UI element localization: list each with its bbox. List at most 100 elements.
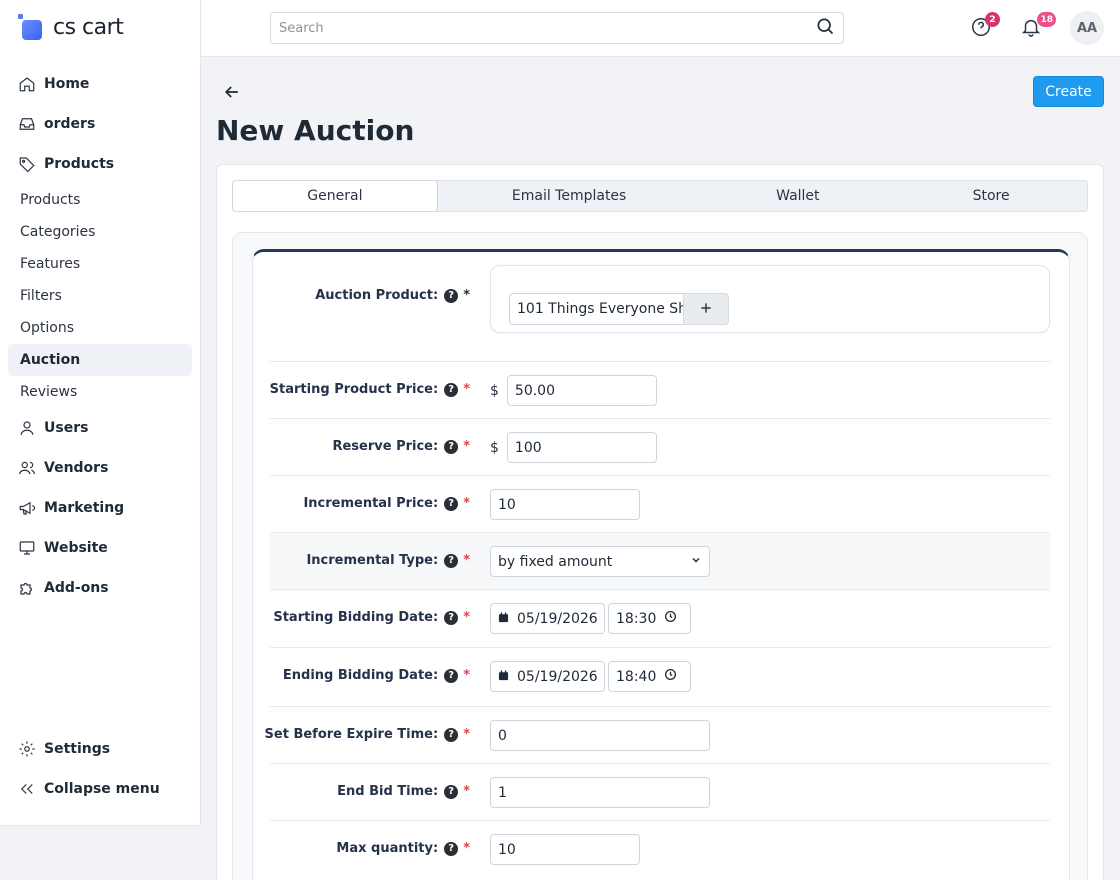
row-max-quantity: Max quantity: ? *: [270, 821, 1050, 880]
row-reserve-price: Reserve Price: ? * $: [270, 419, 1050, 476]
currency-symbol: $: [490, 382, 499, 399]
label-text: Max quantity:: [336, 841, 439, 856]
bell-icon: [1020, 19, 1042, 42]
sidebar-item-users[interactable]: Users: [16, 416, 88, 440]
sidebar-item-addons[interactable]: Add-ons: [16, 576, 109, 600]
sidebar-item-website[interactable]: Website: [16, 536, 108, 560]
tab-bar: General Email Templates Wallet Store: [232, 180, 1088, 212]
sidebar-item-label: Vendors: [44, 460, 109, 476]
sidebar-item-label: Settings: [44, 741, 111, 757]
sidebar-item-home[interactable]: Home: [16, 72, 89, 96]
home-icon: [16, 73, 38, 95]
sidebar-subitem-options[interactable]: Options: [8, 312, 192, 344]
label-text: Auction Product:: [315, 288, 439, 303]
before-expire-input[interactable]: [490, 720, 710, 751]
help-icon[interactable]: ?: [444, 382, 459, 397]
starting-date-input[interactable]: 05/19/2026: [490, 603, 605, 634]
notifications-button[interactable]: 18: [1020, 12, 1056, 42]
end-bid-time-input[interactable]: [490, 777, 710, 808]
ending-date-input[interactable]: 05/19/2026: [490, 661, 605, 692]
tab-wallet[interactable]: Wallet: [700, 181, 895, 211]
plus-icon: [699, 300, 713, 319]
field-control: by fixed amount: [490, 546, 710, 577]
field-label: Set Before Expire Time: ? *: [265, 727, 470, 742]
tab-general[interactable]: General: [232, 180, 438, 212]
sidebar-subitem-categories[interactable]: Categories: [8, 216, 192, 248]
sidebar-item-label: Website: [44, 540, 108, 556]
sidebar-subitem-reviews[interactable]: Reviews: [8, 376, 192, 408]
main-card: General Email Templates Wallet Store Auc…: [216, 164, 1104, 880]
field-label: Incremental Price: ? *: [303, 496, 470, 511]
row-starting-date: Starting Bidding Date: ? * 05/19/2026 18…: [270, 590, 1050, 648]
create-button[interactable]: Create: [1033, 76, 1104, 107]
calendar-icon: [498, 669, 509, 685]
collapse-menu-button[interactable]: Collapse menu: [16, 777, 160, 801]
logo[interactable]: cs cart: [18, 12, 124, 42]
field-label: Ending Bidding Date: ? *: [283, 668, 470, 683]
label-text: Starting Product Price:: [269, 382, 439, 397]
sidebar-item-vendors[interactable]: Vendors: [16, 456, 108, 480]
field-control: 05/19/2026 18:30: [490, 603, 691, 634]
sidebar-item-label: Collapse menu: [44, 781, 160, 797]
required-mark: *: [463, 288, 470, 303]
starting-time-input[interactable]: 18:30: [608, 603, 691, 634]
search-icon[interactable]: [815, 16, 835, 40]
help-icon[interactable]: ?: [444, 496, 459, 511]
incremental-price-input[interactable]: [490, 489, 640, 520]
sidebar-subitem-products[interactable]: Products: [8, 184, 192, 216]
tag-icon: [16, 153, 38, 175]
label-text: Ending Bidding Date:: [282, 668, 439, 683]
help-icon[interactable]: ?: [444, 784, 459, 799]
field-label: Starting Bidding Date: ? *: [273, 610, 470, 625]
help-icon[interactable]: ?: [444, 288, 459, 303]
sidebar-subitem-features[interactable]: Features: [8, 248, 192, 280]
currency-symbol: $: [490, 439, 499, 456]
brand-name: cs cart: [53, 14, 124, 40]
sidebar-item-orders[interactable]: orders: [16, 112, 95, 136]
back-button[interactable]: [222, 82, 242, 102]
avatar[interactable]: AA: [1070, 11, 1104, 45]
help-icon[interactable]: ?: [444, 668, 459, 683]
ending-time-input[interactable]: 18:40: [608, 661, 691, 692]
field-control: [490, 720, 710, 751]
max-quantity-input[interactable]: [490, 834, 640, 865]
required-mark: *: [463, 553, 470, 568]
label-text: Incremental Type:: [306, 553, 439, 568]
sidebar-item-products[interactable]: Products: [16, 152, 114, 176]
field-label: Incremental Type: ? *: [306, 553, 470, 568]
field-label: Reserve Price: ? *: [332, 439, 470, 454]
page-title: New Auction: [216, 114, 415, 147]
required-mark: *: [463, 382, 470, 397]
field-label: Max quantity: ? *: [336, 841, 470, 856]
row-starting-price: Starting Product Price: ? * $: [270, 362, 1050, 419]
monitor-icon: [16, 537, 38, 559]
required-mark: *: [463, 610, 470, 625]
tab-store[interactable]: Store: [895, 181, 1087, 211]
puzzle-icon: [16, 577, 38, 599]
help-icon[interactable]: ?: [444, 439, 459, 454]
help-icon[interactable]: ?: [444, 553, 459, 568]
selected-product[interactable]: 101 Things Everyone Shou: [509, 293, 684, 325]
reserve-price-input[interactable]: [506, 432, 657, 463]
date-value: 05/19/2026: [517, 610, 598, 627]
sidebar-item-label: Products: [44, 156, 115, 172]
field-control: $: [490, 432, 657, 463]
starting-price-input[interactable]: [506, 375, 657, 406]
search-input[interactable]: [279, 20, 815, 36]
incremental-type-select[interactable]: by fixed amount: [490, 546, 710, 577]
help-icon[interactable]: ?: [444, 727, 459, 742]
inbox-icon: [16, 113, 38, 135]
row-incremental-price: Incremental Price: ? *: [270, 476, 1050, 533]
sidebar-subitem-filters[interactable]: Filters: [8, 280, 192, 312]
help-button[interactable]: 2: [970, 12, 1000, 40]
sidebar-subitem-auction[interactable]: Auction: [8, 344, 192, 376]
tab-email-templates[interactable]: Email Templates: [438, 181, 701, 211]
help-badge: 2: [985, 12, 1000, 27]
help-icon[interactable]: ?: [444, 610, 459, 625]
sidebar-item-settings[interactable]: Settings: [16, 737, 110, 761]
add-product-button[interactable]: [683, 293, 729, 325]
sidebar-item-marketing[interactable]: Marketing: [16, 496, 124, 520]
help-icon[interactable]: ?: [444, 841, 459, 856]
field-control: 05/19/2026 18:40: [490, 661, 691, 692]
form-panel: Auction Product: ? * 101 Things Everyone…: [232, 232, 1088, 880]
